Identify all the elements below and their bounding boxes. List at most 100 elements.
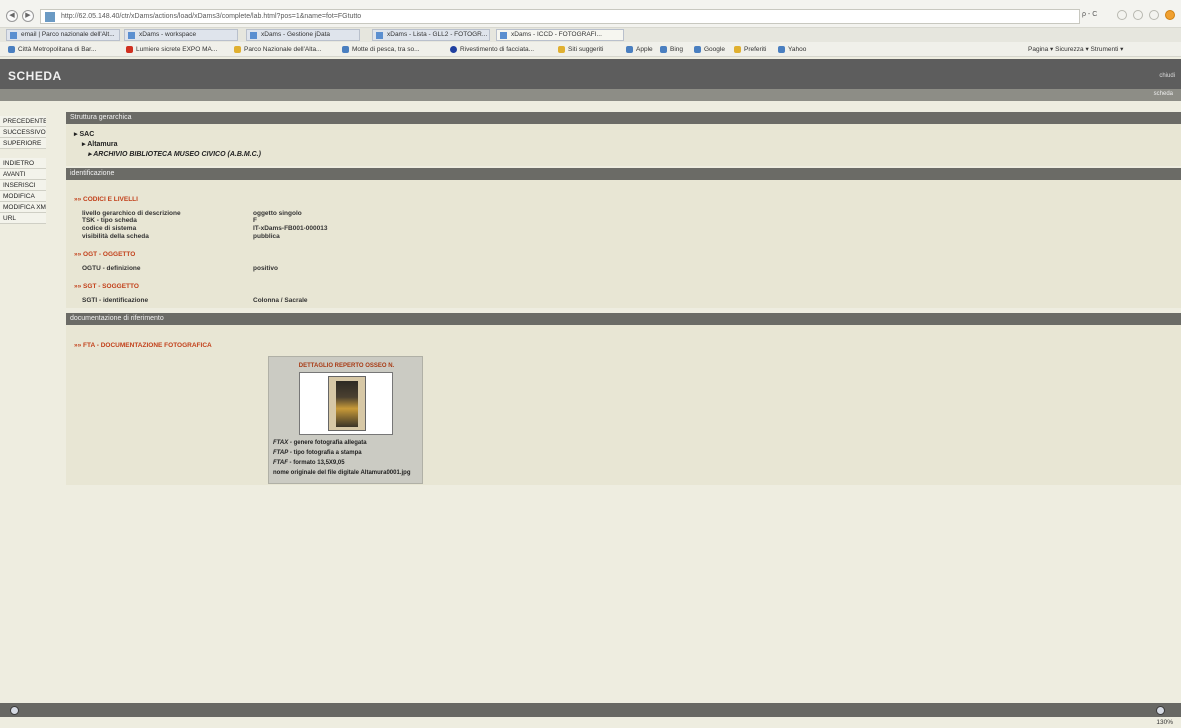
section-body-documentazione (66, 325, 1181, 485)
field-value: Colonna / Sacrale (253, 297, 308, 304)
zoom-level[interactable]: 130% (1156, 719, 1173, 726)
field-value: IT-xDams-FB001-000013 (253, 225, 328, 232)
home-icon[interactable] (1117, 10, 1127, 20)
field-value: oggetto singolo (253, 210, 302, 217)
photo-card[interactable]: DETTAGLIO REPERTO OSSEO N. FTAX - genere… (268, 356, 423, 484)
bookmark-google[interactable]: Google (694, 42, 725, 57)
menu-successivo[interactable]: SUCCESSIVO (0, 127, 46, 138)
bookmark-citta-metropolitana[interactable]: Città Metropolitana di Bar... (8, 42, 96, 57)
bookmark-bing[interactable]: Bing (660, 42, 683, 57)
section-header-documentazione: documentazione di riferimento (66, 313, 1181, 325)
tree-node-level2[interactable]: ▸ Altamura (82, 140, 118, 148)
tree-node-root[interactable]: ▸ SAC (74, 130, 94, 138)
tab-favicon-icon (500, 32, 507, 39)
status-right-icon[interactable] (1156, 706, 1165, 715)
bookmark-icon (778, 46, 785, 53)
bookmark-siti-suggeriti[interactable]: Siti suggeriti (558, 42, 603, 57)
bookmarks-bar: Città Metropolitana di Bar... Lumiere si… (0, 42, 1181, 57)
menu-inserisci[interactable]: INSERISCI (0, 180, 46, 191)
tab-iccd-fotografi[interactable]: xDams - ICCD - FOTOGRAFI... (496, 29, 624, 41)
field-label: SGTI - identificazione (82, 297, 149, 304)
bone-artifact-image (336, 381, 358, 427)
bookmark-parco[interactable]: Parco Nazionale dell'Alta... (234, 42, 321, 57)
bookmark-icon (450, 46, 457, 53)
menu-avanti[interactable]: AVANTI (0, 169, 46, 180)
bookmark-rivestimento[interactable]: Rivestimento di facciata... (450, 42, 534, 57)
tab-workspace[interactable]: xDams - workspace (124, 29, 238, 41)
bookmark-yahoo[interactable]: Yahoo (778, 42, 806, 57)
tab-favicon-icon (250, 32, 257, 39)
menu-modifica-xml[interactable]: MODIFICA XML (0, 202, 46, 213)
menu-superiore[interactable]: SUPERIORE (0, 138, 46, 149)
field-label: TSK - tipo scheda (82, 217, 137, 224)
photo-thumbnail[interactable] (328, 376, 366, 431)
tab-gestione[interactable]: xDams - Gestione jData (246, 29, 360, 41)
bookmark-apple[interactable]: Apple (626, 42, 653, 57)
menu-modifica[interactable]: MODIFICA (0, 191, 46, 202)
tab-lista[interactable]: xDams - Lista - GLL2 - FOTOGR... (372, 29, 490, 41)
group-documentazione-fotografica[interactable]: »» FTA - DOCUMENTAZIONE FOTOGRAFICA (74, 342, 212, 349)
browser-address-bar: ◀ ▶ http://62.05.148.40/ctr/xDams/action… (0, 0, 1181, 28)
field-label: livello gerarchico di descrizione (82, 210, 181, 217)
field-value: pubblica (253, 233, 280, 240)
field-label: OGTU - definizione (82, 265, 141, 272)
tab-favicon-icon (10, 32, 17, 39)
menu-precedente[interactable]: PRECEDENTE (0, 116, 46, 127)
bookmark-icon (558, 46, 565, 53)
close-link[interactable]: chiudi (1159, 73, 1175, 79)
bookmark-icon (626, 46, 633, 53)
field-value: positivo (253, 265, 278, 272)
browser-toolbar-icons (1117, 10, 1175, 20)
group-soggetto[interactable]: »» SGT - SOGGETTO (74, 283, 139, 290)
field-value: F (253, 217, 257, 224)
scheda-link[interactable]: scheda (1154, 91, 1173, 97)
bookmark-preferiti[interactable]: Preferiti (734, 42, 766, 57)
photo-detail-line: nome originale del file digitale Altamur… (273, 470, 411, 476)
field-label: codice di sistema (82, 225, 137, 232)
forward-icon[interactable]: ▶ (22, 10, 34, 22)
menu-indietro[interactable]: INDIETRO (0, 158, 46, 169)
section-header-struttura: Struttura gerarchica (66, 112, 1181, 124)
photo-frame[interactable] (299, 372, 393, 435)
bookmark-icon (342, 46, 349, 53)
back-icon[interactable]: ◀ (6, 10, 18, 22)
app-subheader: scheda (0, 89, 1181, 101)
menu-gap (0, 149, 46, 158)
url-text: http://62.05.148.40/ctr/xDams/actions/lo… (61, 13, 362, 20)
photo-detail-line: FTAX - genere fotografia allegata (273, 440, 367, 446)
bookmark-icon (126, 46, 133, 53)
photo-caption: DETTAGLIO REPERTO OSSEO N. (298, 363, 395, 369)
feedback-smiley-icon[interactable] (1165, 10, 1175, 20)
section-body-identificazione (66, 180, 1181, 308)
tree-node-current[interactable]: ▸ ARCHIVIO BIBLIOTECA MUSEO CIVICO (A.B.… (88, 150, 261, 158)
bookmark-icon (8, 46, 15, 53)
photo-detail-line: FTAP - tipo fotografia a stampa (273, 450, 362, 456)
tab-bar: email | Parco nazionale dell'Alt... xDam… (0, 28, 1181, 42)
tab-email[interactable]: email | Parco nazionale dell'Alt... (6, 29, 120, 41)
site-favicon-icon (45, 12, 55, 22)
bookmark-icon (660, 46, 667, 53)
menu-url[interactable]: URL (0, 213, 46, 224)
status-left-icon[interactable] (10, 706, 19, 715)
bookmark-motte[interactable]: Motte di pesca, tra so... (342, 42, 420, 57)
command-bar[interactable]: Pagina ▾ Sicurezza ▾ Strumenti ▾ (1018, 42, 1123, 57)
app-header: SCHEDA chiudi (0, 59, 1181, 89)
search-refresh-hint[interactable]: ρ - C (1082, 11, 1097, 18)
bookmark-icon (734, 46, 741, 53)
star-icon[interactable] (1133, 10, 1143, 20)
tab-favicon-icon (128, 32, 135, 39)
section-body-struttura (66, 124, 1181, 166)
section-header-identificazione: identificazione (66, 168, 1181, 180)
group-oggetto[interactable]: »» OGT - OGGETTO (74, 251, 135, 258)
group-codici-livelli[interactable]: »» CODICI E LIVELLI (74, 196, 138, 203)
gear-icon[interactable] (1149, 10, 1159, 20)
bookmark-icon (234, 46, 241, 53)
url-input[interactable]: http://62.05.148.40/ctr/xDams/actions/lo… (40, 9, 1080, 24)
bookmark-icon (694, 46, 701, 53)
photo-detail-line: FTAF - formato 13,5X9,05 (273, 460, 345, 466)
field-label: visibilità della scheda (82, 233, 149, 240)
status-bar (0, 703, 1181, 717)
left-menu: PRECEDENTE SUCCESSIVO SUPERIORE INDIETRO… (0, 116, 46, 224)
tab-favicon-icon (376, 32, 383, 39)
bookmark-lumiere[interactable]: Lumiere sicrete EXPO MA... (126, 42, 217, 57)
